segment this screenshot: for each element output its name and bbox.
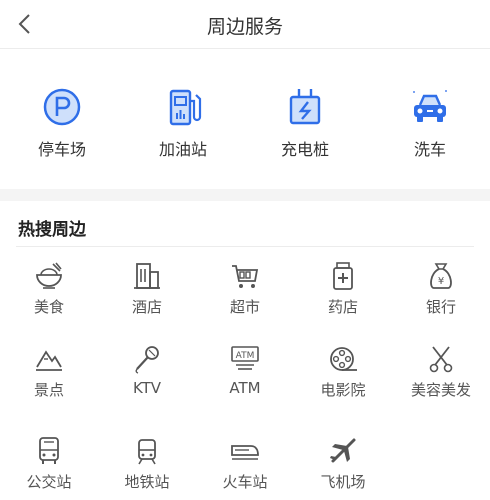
hot-item-label: 酒店 xyxy=(131,298,162,316)
hot-section-title: 热搜周边 xyxy=(18,220,86,240)
food-icon xyxy=(36,262,62,289)
hot-item-hotel[interactable]: 酒店 xyxy=(99,260,195,317)
hot-item-label: 公交站 xyxy=(26,473,72,491)
hot-item-bus-stop[interactable]: 公交站 xyxy=(1,435,97,492)
parking-icon xyxy=(43,88,81,126)
section-separator xyxy=(0,189,490,201)
bus-stop-icon xyxy=(39,437,59,464)
atm-icon-text: ATM xyxy=(236,351,255,361)
service-gas-station[interactable]: 加油站 xyxy=(123,85,243,160)
ktv-icon xyxy=(135,346,159,374)
bank-icon: ¥ xyxy=(430,263,452,289)
service-label: 洗车 xyxy=(413,140,446,159)
service-charging-pile[interactable]: 充电桩 xyxy=(245,85,365,160)
service-grid: 停车场 加油站 充电桩 洗车 xyxy=(0,49,490,189)
car-wash-icon xyxy=(413,90,447,122)
service-label: 停车场 xyxy=(37,140,86,159)
charging-pile-icon xyxy=(289,89,321,125)
beauty-salon-icon xyxy=(429,346,453,373)
hot-item-label: 景点 xyxy=(33,381,64,399)
hot-item-cinema[interactable]: 电影院 xyxy=(295,343,391,400)
hot-item-label: 药店 xyxy=(327,298,358,316)
gas-station-icon xyxy=(169,89,202,126)
atm-icon: ATM xyxy=(231,346,259,370)
train-station-icon xyxy=(231,445,259,460)
hot-item-ktv[interactable]: KTV xyxy=(99,343,195,397)
hot-item-train-station[interactable]: 火车站 xyxy=(197,435,293,492)
service-car-wash[interactable]: 洗车 xyxy=(370,85,490,160)
hot-item-label: 飞机场 xyxy=(320,473,366,491)
hot-item-beauty-salon[interactable]: 美容美发 xyxy=(393,343,489,400)
service-label: 充电桩 xyxy=(280,140,329,159)
supermarket-icon xyxy=(232,265,259,288)
page-title: 周边服务 xyxy=(206,16,283,38)
service-parking[interactable]: 停车场 xyxy=(2,85,122,160)
hot-item-label: KTV xyxy=(132,379,162,397)
divider xyxy=(16,246,474,247)
hotel-icon xyxy=(134,263,160,289)
hot-item-label: 银行 xyxy=(425,298,456,316)
hot-item-food[interactable]: 美食 xyxy=(1,260,97,317)
scenic-spot-icon xyxy=(36,350,62,371)
service-label: 加油站 xyxy=(158,140,207,159)
subway-station-icon xyxy=(138,439,156,465)
cinema-icon xyxy=(330,347,357,371)
hot-item-atm[interactable]: ATM ATM xyxy=(197,343,293,397)
hot-item-label: 地铁站 xyxy=(124,473,170,491)
hot-item-pharmacy[interactable]: 药店 xyxy=(295,260,391,317)
airport-icon xyxy=(330,438,356,463)
hot-item-scenic-spot[interactable]: 景点 xyxy=(1,343,97,400)
hot-item-label: 超市 xyxy=(229,298,260,316)
svg-text:¥: ¥ xyxy=(438,276,444,287)
hot-item-label: 电影院 xyxy=(320,381,366,399)
hot-item-label: ATM xyxy=(229,379,261,397)
hot-item-label: 美容美发 xyxy=(410,381,471,399)
hot-item-label: 美食 xyxy=(33,298,64,316)
hot-item-subway-station[interactable]: 地铁站 xyxy=(99,435,195,492)
hot-item-airport[interactable]: 飞机场 xyxy=(295,435,391,492)
pharmacy-icon xyxy=(333,262,353,290)
header-bar: 周边服务 xyxy=(0,0,490,49)
hot-item-bank[interactable]: ¥ 银行 xyxy=(393,260,489,317)
hot-item-label: 火车站 xyxy=(222,473,268,491)
hot-item-supermarket[interactable]: 超市 xyxy=(197,260,293,317)
